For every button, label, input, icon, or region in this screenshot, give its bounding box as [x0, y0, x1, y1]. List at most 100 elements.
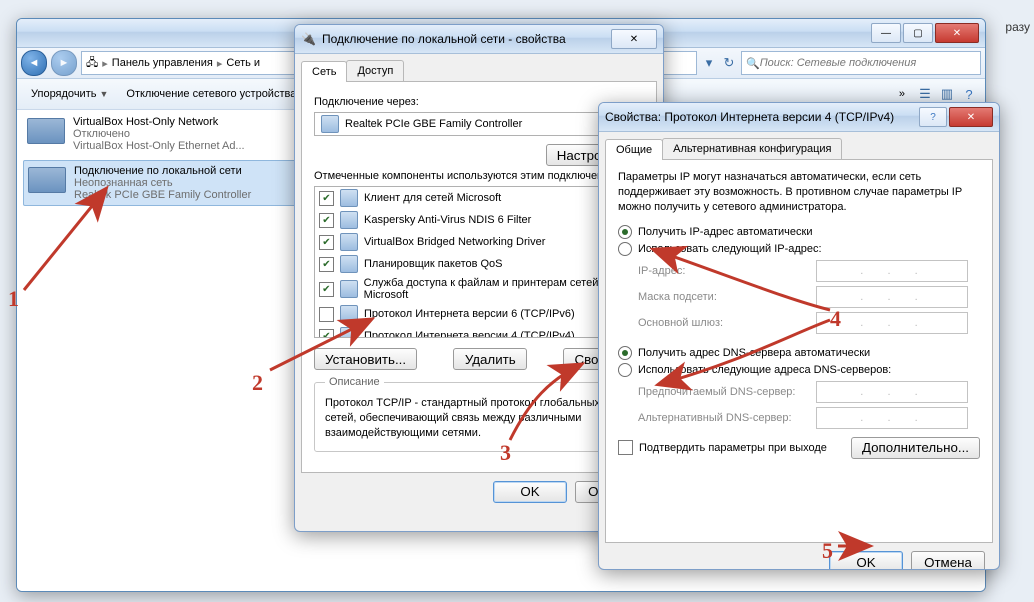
- ip-label: IP-адрес:: [638, 265, 808, 277]
- search-icon: 🔍: [746, 57, 760, 70]
- annotation-3: 3: [500, 440, 511, 466]
- validate-checkbox[interactable]: [618, 440, 633, 455]
- ipv4-tabs: Общие Альтернативная конфигурация: [605, 138, 993, 160]
- ipv4-title: Свойства: Протокол Интернета версии 4 (T…: [605, 110, 894, 124]
- dialog-titlebar: 🔌 Подключение по локальной сети - свойст…: [295, 25, 663, 54]
- tab-network[interactable]: Сеть: [301, 61, 347, 82]
- breadcrumb-segment[interactable]: Панель управления: [112, 57, 213, 69]
- preview-pane-icon[interactable]: ▥: [939, 86, 955, 102]
- folder-icon: 🖧: [86, 54, 98, 73]
- radio-icon: [618, 242, 632, 256]
- component-name: Протокол Интернета версии 6 (TCP/IPv6): [364, 308, 575, 320]
- component-row[interactable]: ✔Служба доступа к файлам и принтерам сет…: [315, 275, 643, 303]
- ipv4-titlebar: Свойства: Протокол Интернета версии 4 (T…: [599, 103, 999, 132]
- component-row[interactable]: ✔ Протокол Интернета версии 4 (TCP/IPv4): [315, 325, 643, 338]
- radio-icon: [618, 346, 632, 360]
- annotation-1: 1: [8, 286, 19, 312]
- item-device: Realtek PCIe GBE Family Controller: [74, 189, 251, 201]
- network-adapter-icon: [28, 167, 66, 193]
- view-icon[interactable]: ☰: [917, 86, 933, 102]
- uninstall-button[interactable]: Удалить: [453, 348, 527, 370]
- component-icon: [340, 305, 358, 323]
- radio-auto-ip[interactable]: Получить IP-адрес автоматически: [618, 225, 980, 239]
- minimize-button[interactable]: —: [871, 23, 901, 43]
- description-group: Описание Протокол TCP/IP - стандартный п…: [314, 376, 644, 452]
- disable-label: Отключение сетевого устройства: [126, 88, 296, 100]
- item-name: Подключение по локальной сети: [74, 165, 251, 177]
- component-row[interactable]: ✔ Клиент для сетей Microsoft: [315, 187, 643, 209]
- component-name: Kaspersky Anti-Virus NDIS 6 Filter: [364, 214, 531, 226]
- item-status: Неопознанная сеть: [74, 177, 251, 189]
- component-checkbox[interactable]: ✔: [319, 329, 334, 339]
- advanced-button[interactable]: Дополнительно...: [851, 437, 980, 459]
- organize-menu[interactable]: Упорядочить ▼: [25, 86, 114, 102]
- radio-icon: [618, 363, 632, 377]
- network-adapter-icon: [27, 118, 65, 144]
- dropdown-history-icon[interactable]: ▾: [701, 55, 717, 71]
- tab-sharing[interactable]: Доступ: [346, 60, 404, 81]
- component-icon: [340, 211, 358, 229]
- component-row[interactable]: ✔ Kaspersky Anti-Virus NDIS 6 Filter: [315, 209, 643, 231]
- component-row[interactable]: ✔Планировщик пакетов QoS: [315, 253, 643, 275]
- component-checkbox[interactable]: ✔: [319, 191, 334, 206]
- adapter-name: Realtek PCIe GBE Family Controller: [345, 118, 522, 130]
- install-button[interactable]: Установить...: [314, 348, 417, 370]
- description-text: Протокол TCP/IP - стандартный протокол г…: [325, 396, 633, 441]
- more-commands[interactable]: »: [893, 86, 911, 102]
- ipv4-ok-button[interactable]: OK: [829, 551, 903, 570]
- search-placeholder: Поиск: Сетевые подключения: [760, 57, 917, 69]
- search-input[interactable]: 🔍 Поиск: Сетевые подключения: [741, 51, 981, 75]
- component-row[interactable]: ✔ VirtualBox Bridged Networking Driver: [315, 231, 643, 253]
- adapter-icon: [321, 115, 339, 133]
- organize-label: Упорядочить: [31, 88, 96, 100]
- maximize-button[interactable]: ▢: [903, 23, 933, 43]
- mask-label: Маска подсети:: [638, 291, 808, 303]
- description-label: Описание: [325, 376, 384, 388]
- ipv4-content: Параметры IP могут назначаться автоматич…: [605, 160, 993, 543]
- item-status: Отключено: [73, 128, 245, 140]
- disable-device-button[interactable]: Отключение сетевого устройства: [120, 86, 302, 102]
- component-icon: [340, 327, 358, 338]
- ipv4-close-button[interactable]: ✕: [949, 107, 993, 127]
- radio-manual-dns-label: Использовать следующие адреса DNS-сервер…: [638, 364, 891, 376]
- component-checkbox[interactable]: [319, 307, 334, 322]
- close-button[interactable]: ✕: [935, 23, 979, 43]
- component-icon: [340, 189, 358, 207]
- components-list[interactable]: ✔ Клиент для сетей Microsoft ✔ Kaspersky An…: [314, 186, 644, 338]
- radio-auto-ip-label: Получить IP-адрес автоматически: [638, 226, 812, 238]
- component-checkbox[interactable]: ✔: [319, 282, 334, 297]
- back-button[interactable]: ◄: [21, 50, 47, 76]
- dialog-tabs: Сеть Доступ: [301, 60, 657, 82]
- tab-general[interactable]: Общие: [605, 139, 663, 160]
- breadcrumb-segment[interactable]: Сеть и: [226, 57, 260, 69]
- annotation-4: 4: [830, 306, 841, 332]
- component-checkbox[interactable]: ✔: [319, 257, 334, 272]
- ip-input: . . .: [816, 260, 968, 282]
- component-icon: [340, 280, 358, 298]
- dns2-input: . . .: [816, 407, 968, 429]
- tab-alt-config[interactable]: Альтернативная конфигурация: [662, 138, 842, 159]
- component-name: Клиент для сетей Microsoft: [364, 192, 501, 204]
- ipv4-properties-dialog: Свойства: Протокол Интернета версии 4 (T…: [598, 102, 1000, 570]
- component-icon: [340, 233, 358, 251]
- forward-button[interactable]: ►: [51, 50, 77, 76]
- component-name: VirtualBox Bridged Networking Driver: [364, 236, 545, 248]
- component-checkbox[interactable]: ✔: [319, 213, 334, 228]
- mask-input: . . .: [816, 286, 968, 308]
- radio-manual-ip[interactable]: Использовать следующий IP-адрес:: [618, 242, 980, 256]
- component-checkbox[interactable]: ✔: [319, 235, 334, 250]
- ipv4-cancel-button[interactable]: Отмена: [911, 551, 985, 570]
- ipv4-help-button[interactable]: ?: [919, 107, 947, 127]
- radio-auto-dns[interactable]: Получить адрес DNS-сервера автоматически: [618, 346, 980, 360]
- component-name: Протокол Интернета версии 4 (TCP/IPv4): [364, 330, 575, 338]
- dns1-input: . . .: [816, 381, 968, 403]
- refresh-icon[interactable]: ↻: [721, 55, 737, 71]
- radio-manual-dns[interactable]: Использовать следующие адреса DNS-сервер…: [618, 363, 980, 377]
- dialog-close-button[interactable]: ✕: [611, 29, 657, 49]
- validate-label: Подтвердить параметры при выходе: [639, 442, 827, 454]
- radio-icon: [618, 225, 632, 239]
- components-label: Отмеченные компоненты используются этим …: [314, 170, 644, 182]
- help-icon[interactable]: ?: [961, 86, 977, 102]
- component-row[interactable]: Протокол Интернета версии 6 (TCP/IPv6): [315, 303, 643, 325]
- ok-button[interactable]: OK: [493, 481, 567, 503]
